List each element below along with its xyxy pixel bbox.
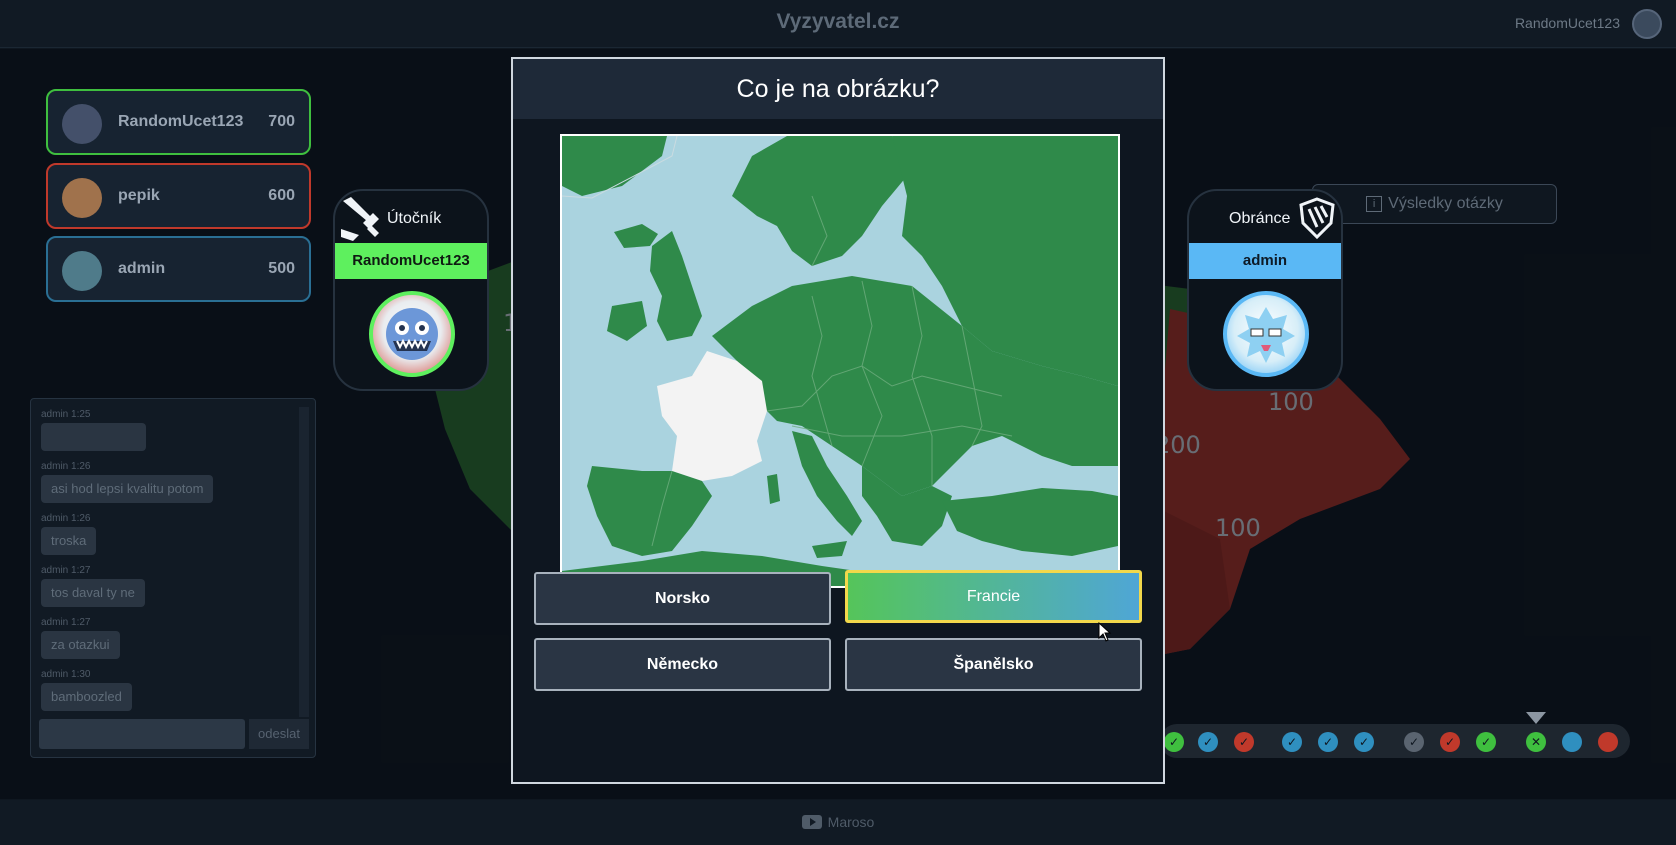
info-icon: i [1366,196,1383,212]
current-round-pointer-icon [1526,712,1546,724]
player-avatar [62,178,102,218]
chat-author: admin [41,461,69,472]
question-title: Co je na obrázku? [736,75,940,103]
player-score: 700 [268,113,295,130]
player-name: pepik [118,187,160,204]
chat-send-button[interactable]: odeslat [249,719,309,749]
robot-avatar-icon [386,308,438,360]
chat-time: 1:27 [71,565,91,576]
progress-dot-check-icon: ✓ [1476,732,1496,752]
chat-time: 1:26 [71,461,91,472]
progress-dot-check-icon: ✓ [1198,732,1218,752]
progress-dot-check-icon: ✓ [1404,732,1424,752]
progress-dot-check-icon: ✓ [1440,732,1460,752]
chat-text: tos daval ty ne [41,579,145,607]
attacker-name: RandomUcet123 [335,243,487,279]
answer-button-nemecko[interactable]: Německo [534,638,831,691]
defender-role-label: Obránce [1229,210,1291,227]
chat-message: admin 1:27 za otazkui [41,617,120,659]
player-score: 600 [268,187,295,204]
player-score: 500 [268,260,295,277]
footer-author-link[interactable]: Maroso [828,814,875,830]
sword-icon [341,197,379,241]
progress-dot-swords-icon: ✕ [1526,732,1546,752]
player-avatar [62,251,102,291]
chat-author: admin [41,513,69,524]
top-bar: Vyzyvatel.cz RandomUcet123 [0,0,1676,48]
chat-panel: admin 1:25 admin 1:26 asi hod lepsi kval… [30,398,316,758]
youtube-icon[interactable] [801,815,822,829]
question-modal: Co je na obrázku? Norsko Francie Německo… [511,57,1165,784]
user-avatar[interactable] [1632,9,1662,39]
footer: Maroso [0,800,1676,845]
question-header: Co je na obrázku? [513,59,1163,119]
question-results-label: Výsledky otázky [1388,195,1503,212]
player-avatar [62,104,102,144]
chat-author: admin [41,565,69,576]
chat-text: bamboozled [41,683,132,711]
defender-avatar [1223,291,1309,377]
player-name: admin [118,260,166,277]
attacker-card: Útočník RandomUcet123 [333,189,489,391]
player-name: RandomUcet123 [118,113,244,130]
progress-dot [1562,732,1582,752]
chat-author: admin [41,409,69,420]
europe-map [562,136,1118,586]
attacker-avatar [369,291,455,377]
ice-monster-avatar-icon [1237,307,1295,363]
chat-author: admin [41,617,69,628]
chat-text: za otazkui [41,631,120,659]
chat-text: troska [41,527,97,555]
answer-button-spanelsko[interactable]: Španělsko [845,638,1142,691]
chat-message: admin 1:25 [41,409,146,456]
chat-message: admin 1:30 bamboozled [41,669,132,711]
chat-scrollbar[interactable] [299,407,309,717]
shield-icon [1299,197,1335,239]
chat-text [41,423,146,451]
answer-button-francie[interactable]: Francie [845,570,1142,623]
progress-dot-check-icon: ✓ [1282,732,1302,752]
current-username[interactable]: RandomUcet123 [1515,15,1620,31]
chat-message: admin 1:26 troska [41,513,97,555]
defender-name: admin [1189,243,1341,279]
progress-dot-check-icon: ✓ [1234,732,1254,752]
defender-card: Obránce admin [1187,189,1343,391]
progress-dot-check-icon: ✓ [1354,732,1374,752]
answer-button-norsko[interactable]: Norsko [534,572,831,625]
chat-time: 1:30 [71,669,91,680]
progress-dot [1598,732,1618,752]
question-image [560,134,1120,588]
question-results-button[interactable]: i Výsledky otázky [1312,184,1557,224]
round-progress-bar: ✓ ✓ ✓ ✓ ✓ ✓ ✓ ✓ ✓ ✕ [1160,724,1630,758]
chat-time: 1:25 [71,409,91,420]
progress-dot-check-icon: ✓ [1164,732,1184,752]
mouse-cursor-icon [1098,622,1112,642]
attacker-role-label: Útočník [387,210,442,227]
site-title[interactable]: Vyzyvatel.cz [0,10,1676,34]
chat-time: 1:27 [71,617,91,628]
chat-message: admin 1:26 asi hod lepsi kvalitu potom [41,461,214,503]
player-card: pepik 600 [46,163,311,229]
player-card: admin 500 [46,236,311,302]
chat-message: admin 1:27 tos daval ty ne [41,565,145,607]
progress-dot-check-icon: ✓ [1318,732,1338,752]
chat-text: asi hod lepsi kvalitu potom [41,475,214,503]
chat-author: admin [41,669,69,680]
chat-input[interactable] [39,719,245,749]
chat-time: 1:26 [71,513,91,524]
player-card: RandomUcet123 700 [46,89,311,155]
